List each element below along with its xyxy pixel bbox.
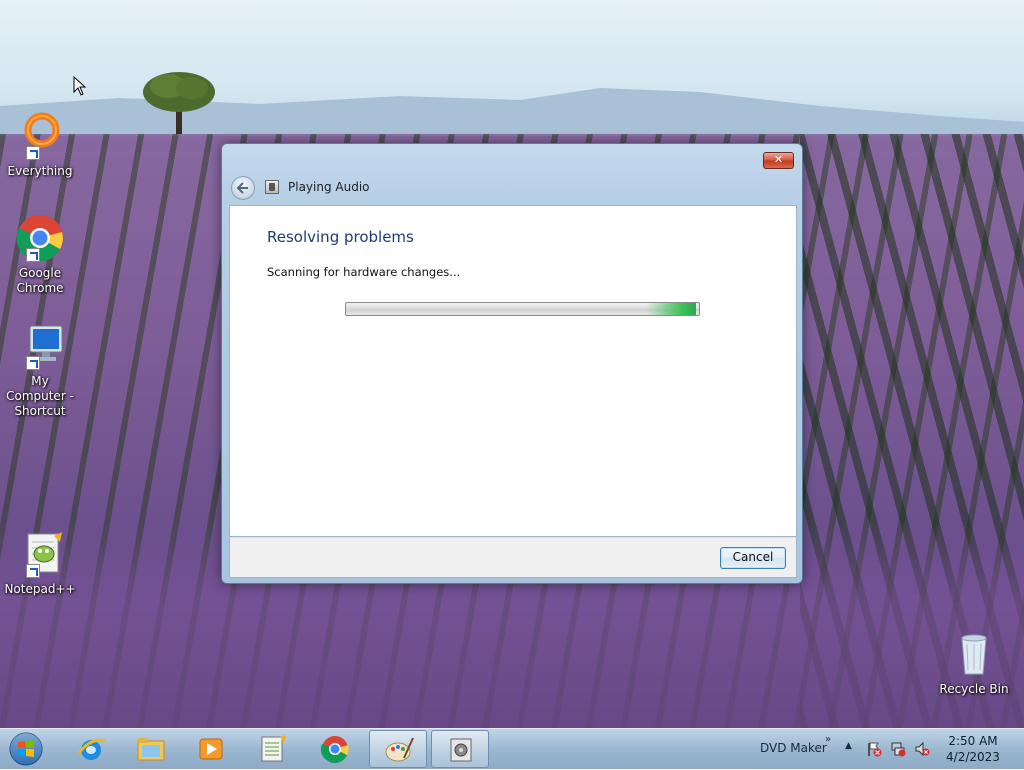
audio-device-icon [265,180,279,194]
notepad-plus-plus-icon [16,530,64,578]
cancel-button[interactable]: Cancel [720,547,786,569]
desktop-icon-label: Recycle Bin [939,682,1009,696]
paint-icon [385,737,414,762]
shortcut-arrow-icon [26,356,40,370]
desktop-icon-label: Everything [7,164,73,178]
taskbar-notepad-plus-plus[interactable] [244,730,302,768]
shortcut-arrow-icon [26,564,40,578]
file-explorer-icon [137,738,165,761]
action-center-flag-icon[interactable] [866,741,882,757]
show-hidden-icons-button[interactable]: ▲ [845,741,852,751]
progress-indicator [646,303,696,315]
computer-icon [16,322,64,370]
shortcut-arrow-icon [26,146,40,160]
notepad-plus-plus-icon [261,735,286,762]
desktop-icon-everything[interactable]: Everything [0,112,80,179]
desktop-icon-my-computer[interactable]: My Computer - Shortcut [0,322,80,419]
desktop-icon-label: Google Chrome [16,266,64,295]
everything-icon [16,112,64,160]
troubleshooter-dialog: ✕ Playing Audio Resolving problems Scann… [221,143,803,584]
desktop-icon-google-chrome[interactable]: Google Chrome [0,214,80,296]
taskbar-troubleshooter[interactable] [431,730,489,768]
close-button[interactable]: ✕ [763,152,794,169]
progress-bar [345,302,700,316]
back-arrow-icon [236,182,248,194]
dialog-footer: Cancel [229,537,797,578]
desktop-icon-label: Notepad++ [4,582,76,596]
shortcut-arrow-icon [26,248,40,262]
clock[interactable]: 2:50 AM 4/2/2023 [942,733,1004,765]
taskbar: DVD Maker » ▲ 2:50 AM 4/2/2023 [0,728,1024,769]
toolbar-label[interactable]: DVD Maker [760,741,827,755]
media-player-icon [199,738,223,760]
network-icon[interactable] [890,741,906,757]
clock-date: 4/2/2023 [946,750,1000,764]
dialog-content: Resolving problems Scanning for hardware… [229,205,797,537]
desktop-icon-label: My Computer - Shortcut [6,374,74,418]
toolbar-chevron-icon[interactable]: » [825,734,831,745]
desktop-icon-notepad-plus-plus[interactable]: Notepad++ [0,530,80,597]
desktop-icon-recycle-bin[interactable]: Recycle Bin [934,630,1014,697]
internet-explorer-icon [77,738,106,760]
dialog-title: Playing Audio [288,180,370,194]
back-button[interactable] [231,176,255,200]
chrome-icon [16,214,64,262]
page-heading: Resolving problems [267,228,414,246]
taskbar-file-explorer[interactable] [122,730,180,768]
volume-muted-icon[interactable] [914,741,930,757]
status-text: Scanning for hardware changes... [267,265,461,279]
windows-logo-icon [9,732,43,766]
taskbar-paint[interactable] [369,730,427,768]
mouse-cursor [73,76,87,96]
taskbar-media-player[interactable] [182,730,240,768]
tree [143,72,215,134]
taskbar-internet-explorer[interactable] [62,730,120,768]
chrome-icon [320,736,349,763]
troubleshooter-icon [450,738,472,762]
taskbar-chrome[interactable] [306,730,364,768]
recycle-bin-icon [950,630,998,678]
clock-time: 2:50 AM [948,734,998,748]
start-button[interactable] [6,731,46,767]
